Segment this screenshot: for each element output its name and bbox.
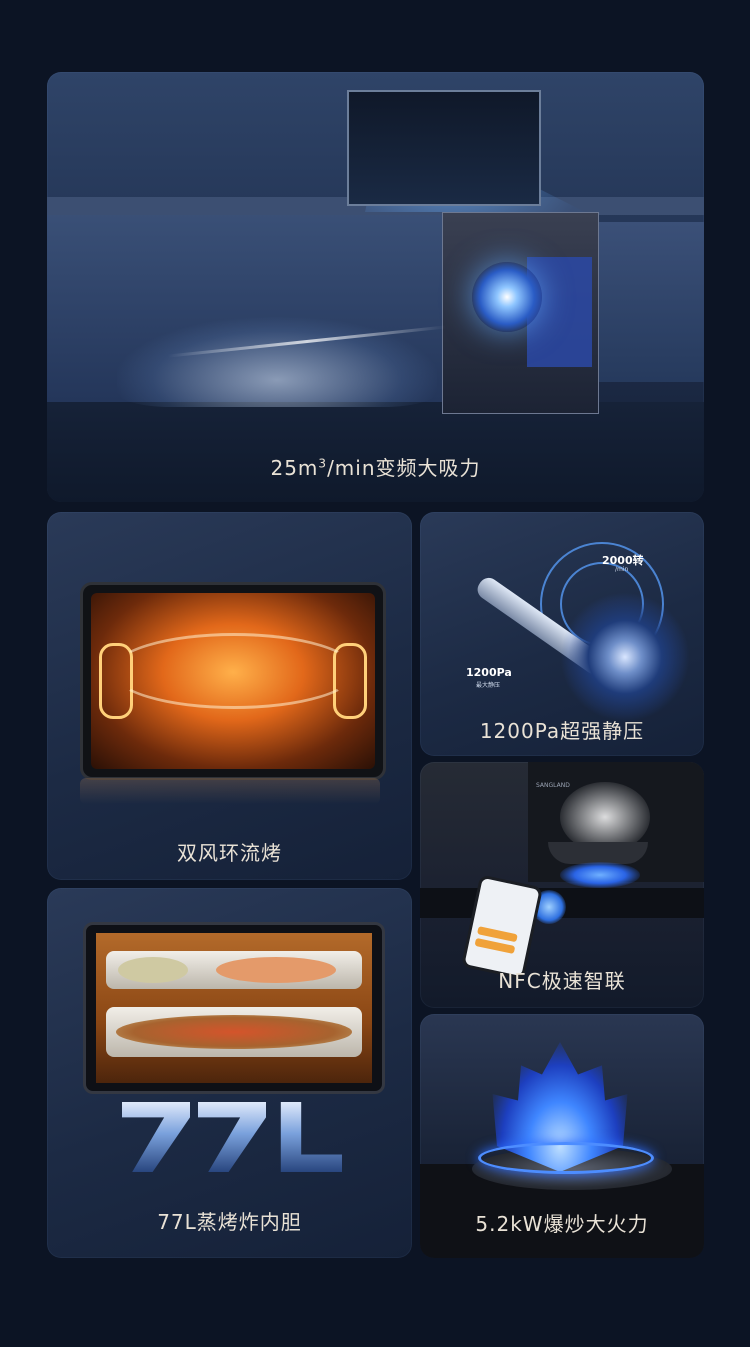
glyph-7	[122, 1102, 190, 1172]
cabinet-right	[595, 222, 704, 382]
pressure-badge: 1200Pa	[466, 666, 512, 679]
glyph-l	[280, 1102, 342, 1172]
liter-caption: 77L蒸烤炸内胆	[157, 1210, 302, 1234]
fan-motor-icon	[560, 592, 690, 722]
speed-unit: /min	[615, 566, 629, 573]
card-high-flame: 5.2kW爆炒大火力	[420, 1014, 704, 1258]
wok-image	[548, 842, 648, 864]
oven-cavity	[91, 593, 375, 769]
burner-flame	[560, 862, 640, 888]
hero-caption: 25m3/min变频大吸力	[47, 452, 704, 481]
oven-cavity	[96, 933, 372, 1083]
pressure-sub-label: 最大静压	[476, 682, 501, 689]
fan-icon	[472, 262, 542, 332]
tray-upper	[106, 951, 362, 989]
77l-logo	[119, 1102, 345, 1176]
tray-lower	[106, 1007, 362, 1057]
hero-card-suction: 25m3/min变频大吸力	[47, 72, 704, 502]
hot-air-swirl	[111, 633, 357, 709]
oven-reflection	[80, 778, 380, 804]
card-static-pressure: 2000转 /min 1200Pa 最大静压 1200Pa超强静压	[420, 512, 704, 756]
oven-trays-image	[83, 922, 385, 1094]
dish-mixed-seafood	[116, 1015, 352, 1049]
card-77l-oven: 77L蒸烤炸内胆	[47, 888, 412, 1258]
burner-flame-ring	[478, 1142, 654, 1174]
flame-caption: 5.2kW爆炒大火力	[475, 1212, 649, 1236]
card-dual-fan-oven: 双风环流烤	[47, 512, 412, 880]
caption-text: 25m	[270, 456, 319, 480]
caption-superscript: 3	[318, 456, 328, 471]
caption-text: /min变频大吸力	[327, 456, 481, 480]
oven-caption: 双风环流烤	[177, 841, 282, 865]
glyph-7	[198, 1102, 266, 1172]
card-nfc-connect: SANGLAND NFC极速智联	[420, 762, 704, 1008]
fan-caption: 1200Pa超强静压	[479, 719, 645, 743]
dish-fish	[216, 957, 336, 983]
range-hood-image	[347, 90, 541, 206]
nfc-caption: NFC极速智联	[498, 969, 626, 993]
brand-logo: SANGLAND	[536, 782, 570, 789]
dish-seafood	[118, 957, 188, 983]
oven-image	[80, 582, 386, 780]
